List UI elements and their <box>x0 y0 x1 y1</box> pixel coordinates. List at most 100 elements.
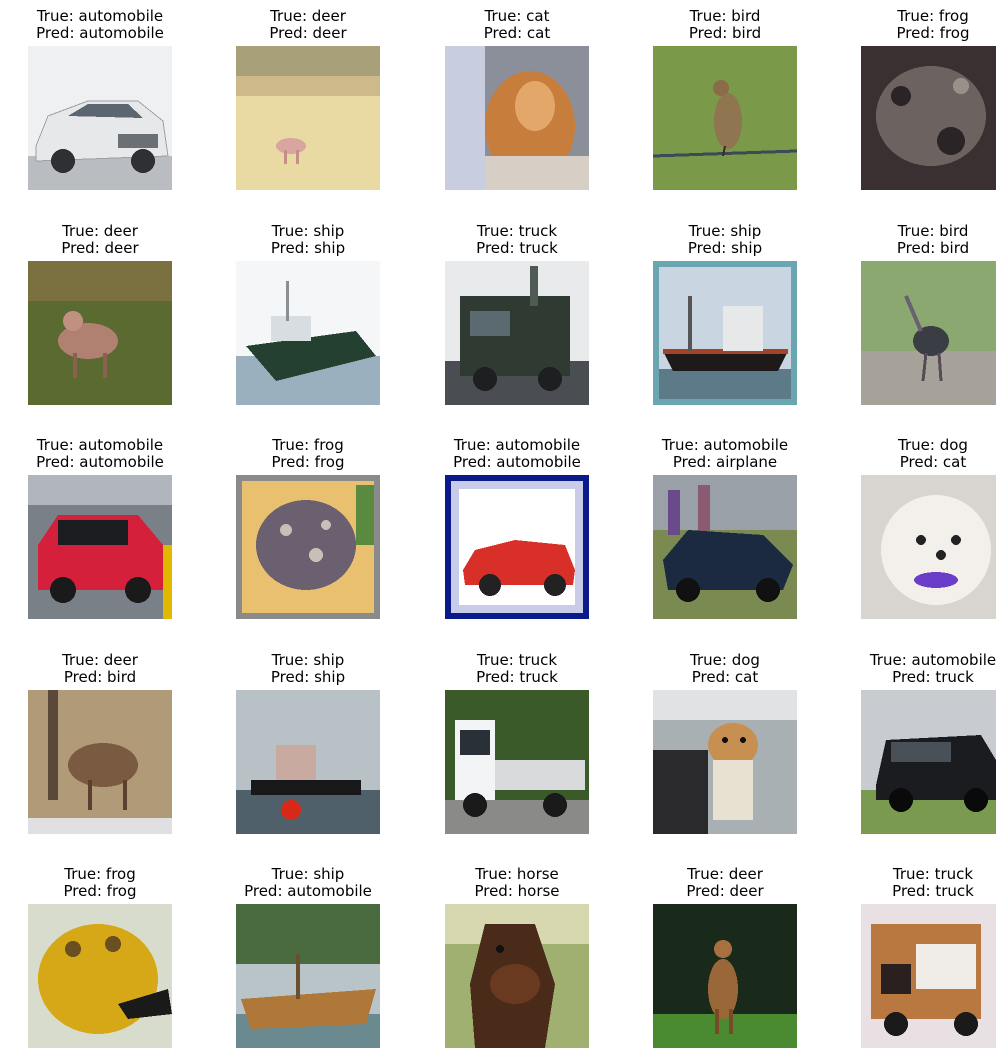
prediction-cell: True: automobile Pred: automobile <box>417 437 617 622</box>
sample-image-frog-dark <box>861 46 996 190</box>
pred-label: Pred: truck <box>476 239 558 257</box>
true-label: True: deer <box>270 7 346 25</box>
true-label: True: dog <box>690 651 760 669</box>
true-label: True: ship <box>271 651 345 669</box>
pred-label: Pred: ship <box>270 239 346 257</box>
true-label: True: horse <box>475 865 559 883</box>
true-label: True: truck <box>892 865 974 883</box>
cell-title: True: dog Pred: cat <box>625 652 825 686</box>
pred-label: Pred: automobile <box>36 453 164 471</box>
cell-title: True: truck Pred: truck <box>833 866 996 900</box>
true-label: True: automobile <box>869 651 996 669</box>
pred-label: Pred: frog <box>271 453 345 471</box>
sample-image-ship-cargo <box>653 261 797 405</box>
prediction-cell: True: dog Pred: cat <box>625 652 825 837</box>
prediction-cell: True: bird Pred: bird <box>833 223 996 408</box>
true-label: True: automobile <box>453 436 581 454</box>
sample-image-ship-red-buoy <box>236 690 380 834</box>
cell-title: True: automobile Pred: truck <box>833 652 996 686</box>
sample-image-car-blue-crowd <box>653 475 797 619</box>
cell-title: True: ship Pred: ship <box>208 223 408 257</box>
prediction-cell: True: deer Pred: bird <box>0 652 200 837</box>
pred-label: Pred: truck <box>476 668 558 686</box>
prediction-cell: True: cat Pred: cat <box>417 8 617 193</box>
prediction-cell: True: ship Pred: automobile <box>208 866 408 1051</box>
sample-image-cat-orange <box>445 46 589 190</box>
prediction-cell: True: deer Pred: deer <box>0 223 200 408</box>
sample-image-frog-yellow <box>28 904 172 1048</box>
prediction-cell: True: horse Pred: horse <box>417 866 617 1051</box>
pred-label: Pred: airplane <box>672 453 778 471</box>
sample-image-dog-tan <box>653 690 797 834</box>
sample-image-deer-brown <box>28 690 172 834</box>
true-label: True: automobile <box>36 436 164 454</box>
sample-image-frog-pattern <box>236 475 380 619</box>
pred-label: Pred: automobile <box>453 453 581 471</box>
sample-image-white-car <box>28 46 172 190</box>
pred-label: Pred: bird <box>688 24 762 42</box>
cell-title: True: automobile Pred: automobile <box>0 437 200 471</box>
cell-title: True: dog Pred: cat <box>833 437 996 471</box>
cell-title: True: deer Pred: deer <box>208 8 408 42</box>
true-label: True: frog <box>272 436 344 454</box>
cell-title: True: automobile Pred: automobile <box>0 8 200 42</box>
sample-image-ship-wood <box>236 904 380 1048</box>
prediction-cell: True: automobile Pred: automobile <box>0 8 200 193</box>
true-label: True: ship <box>271 865 345 883</box>
prediction-cell: True: ship Pred: ship <box>625 223 825 408</box>
prediction-cell: True: deer Pred: deer <box>208 8 408 193</box>
prediction-cell: True: automobile Pred: airplane <box>625 437 825 622</box>
pred-label: Pred: bird <box>896 239 970 257</box>
cell-title: True: truck Pred: truck <box>417 652 617 686</box>
prediction-cell: True: ship Pred: ship <box>208 223 408 408</box>
true-label: True: deer <box>687 865 763 883</box>
sample-image-horse-brown <box>445 904 589 1048</box>
sample-image-deer-grass <box>28 261 172 405</box>
pred-label: Pred: ship <box>687 239 763 257</box>
pred-label: Pred: frog <box>896 24 970 42</box>
pred-label: Pred: truck <box>892 668 974 686</box>
sample-image-deer-field <box>236 46 380 190</box>
true-label: True: ship <box>688 222 762 240</box>
true-label: True: truck <box>476 222 558 240</box>
pred-label: Pred: frog <box>63 882 137 900</box>
true-label: True: cat <box>484 7 550 25</box>
pred-label: Pred: automobile <box>36 24 164 42</box>
pred-label: Pred: cat <box>483 24 551 42</box>
true-label: True: automobile <box>36 7 164 25</box>
pred-label: Pred: cat <box>691 668 759 686</box>
prediction-cell: True: truck Pred: truck <box>417 652 617 837</box>
prediction-cell: True: automobile Pred: truck <box>833 652 996 837</box>
prediction-cell: True: frog Pred: frog <box>0 866 200 1051</box>
true-label: True: frog <box>64 865 136 883</box>
cell-title: True: frog Pred: frog <box>833 8 996 42</box>
true-label: True: automobile <box>661 436 789 454</box>
sample-image-car-red-framed <box>445 475 589 619</box>
prediction-cell: True: dog Pred: cat <box>833 437 996 622</box>
prediction-cell: True: ship Pred: ship <box>208 652 408 837</box>
prediction-cell: True: truck Pred: truck <box>833 866 996 1051</box>
cell-title: True: deer Pred: bird <box>0 652 200 686</box>
cell-title: True: ship Pred: automobile <box>208 866 408 900</box>
cell-title: True: deer Pred: deer <box>0 223 200 257</box>
true-label: True: frog <box>897 7 969 25</box>
sample-image-truck-green <box>445 261 589 405</box>
pred-label: Pred: deer <box>61 239 139 257</box>
prediction-cell: True: frog Pred: frog <box>208 437 408 622</box>
sample-image-truck-orange <box>861 904 996 1048</box>
sample-image-bird-wire <box>653 46 797 190</box>
sample-image-truck-white <box>445 690 589 834</box>
cell-title: True: frog Pred: frog <box>0 866 200 900</box>
pred-label: Pred: truck <box>892 882 974 900</box>
pred-label: Pred: ship <box>270 668 346 686</box>
pred-label: Pred: automobile <box>244 882 372 900</box>
prediction-cell: True: deer Pred: deer <box>625 866 825 1051</box>
cell-title: True: automobile Pred: automobile <box>417 437 617 471</box>
prediction-cell: True: truck Pred: truck <box>417 223 617 408</box>
true-label: True: bird <box>689 7 761 25</box>
prediction-cell: True: automobile Pred: automobile <box>0 437 200 622</box>
cell-title: True: deer Pred: deer <box>625 866 825 900</box>
cell-title: True: truck Pred: truck <box>417 223 617 257</box>
cell-title: True: ship Pred: ship <box>625 223 825 257</box>
sample-image-dog-white <box>861 475 996 619</box>
